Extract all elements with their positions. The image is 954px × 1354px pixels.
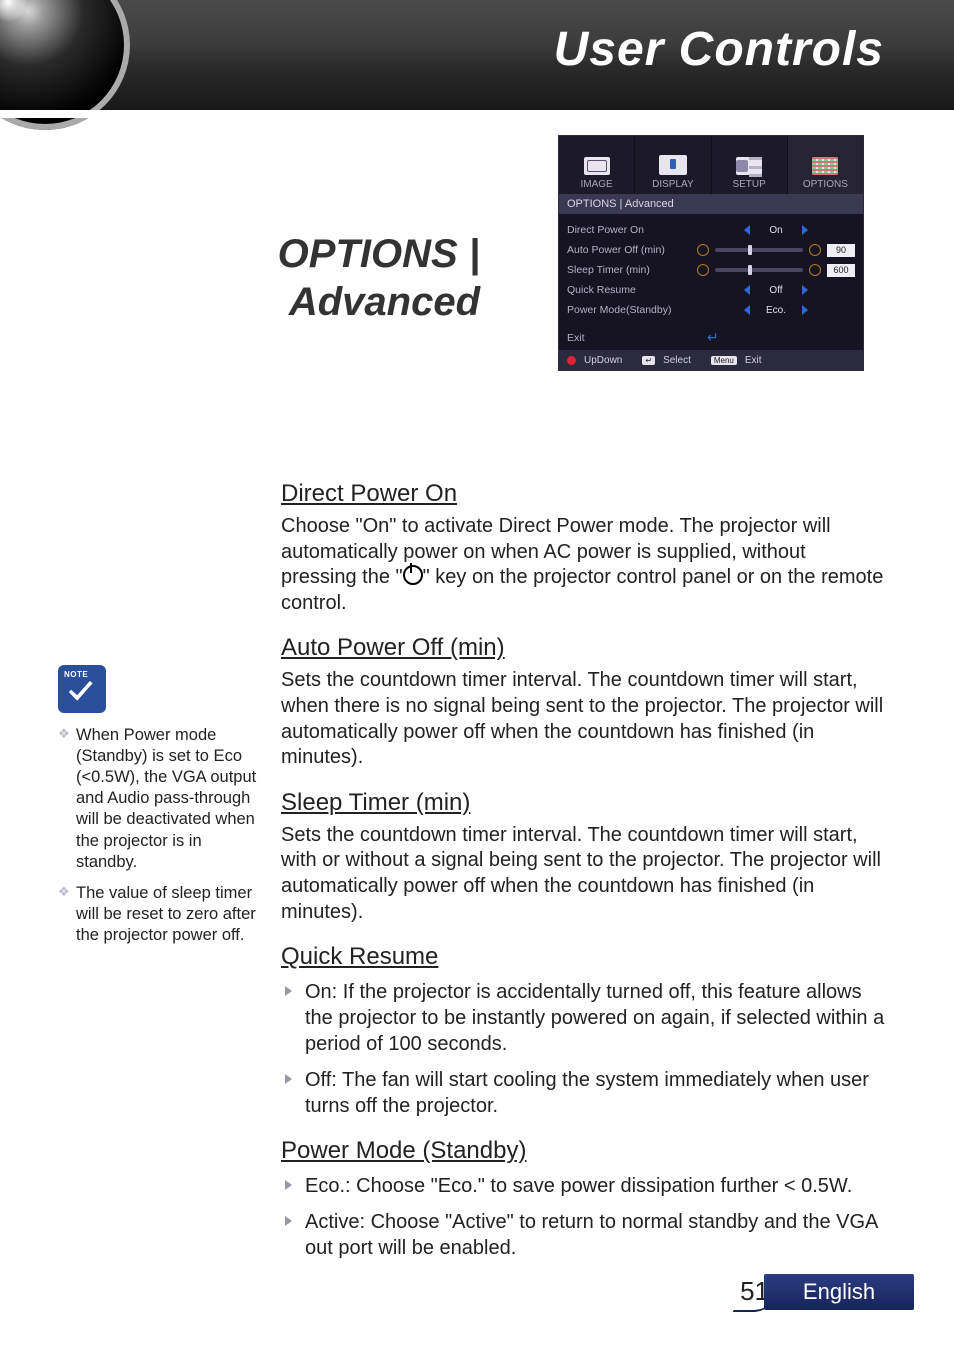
osd-tab-bar: IMAGE DISPLAY SETUP OPTIONS (559, 136, 863, 194)
page-footer: 51 English (0, 1274, 954, 1314)
setup-icon (736, 157, 762, 175)
heading-quick-resume: Quick Resume (275, 943, 885, 971)
note-item-1: When Power mode (Standby) is set to Eco … (58, 725, 258, 873)
row-quick-resume-value: Off (756, 285, 796, 296)
language-badge: English (764, 1274, 914, 1310)
options-icon (812, 157, 838, 175)
arrow-right-icon[interactable] (802, 305, 808, 315)
enter-keycap-icon: ↵ (642, 356, 655, 365)
tab-setup[interactable]: SETUP (712, 136, 788, 194)
row-direct-power-on[interactable]: Direct Power On On (567, 220, 855, 240)
tab-display[interactable]: DISPLAY (635, 136, 711, 194)
row-auto-power-off[interactable]: Auto Power Off (min) 90 (567, 240, 855, 260)
menu-keycap: Menu (711, 356, 737, 365)
side-notes: When Power mode (Standby) is set to Eco … (58, 665, 258, 956)
arrow-right-icon[interactable] (802, 225, 808, 235)
content-body: Direct Power On Choose "On" to activate … (275, 462, 885, 1271)
bullet-quick-resume-off: Off: The fan will start cooling the syst… (281, 1067, 885, 1119)
page-title: User Controls (554, 22, 884, 77)
osd-foot-select: Select (663, 355, 691, 366)
tab-options-label: OPTIONS (803, 179, 848, 190)
bullet-quick-resume-on: On: If the projector is accidentally tur… (281, 979, 885, 1057)
osd-footer: UpDown ↵ Select Menu Exit (559, 350, 863, 370)
arrow-left-icon[interactable] (744, 305, 750, 315)
row-sleep-timer[interactable]: Sleep Timer (min) 600 (567, 260, 855, 280)
osd-panel: IMAGE DISPLAY SETUP OPTIONS OPTIONS | Ad… (558, 135, 864, 371)
enter-icon: ↵ (707, 329, 719, 346)
row-quick-resume[interactable]: Quick Resume Off (567, 280, 855, 300)
osd-breadcrumb: OPTIONS | Advanced (559, 194, 863, 214)
tab-image[interactable]: IMAGE (559, 136, 635, 194)
image-icon (584, 157, 610, 175)
heading-power-mode: Power Mode (Standby) (275, 1137, 885, 1165)
red-dot-icon (567, 356, 576, 365)
section-title: OPTIONS | Advanced (80, 230, 480, 326)
para-sleep-timer: Sets the countdown timer interval. The c… (281, 823, 885, 925)
gear-icon (809, 264, 821, 276)
row-quick-resume-label: Quick Resume (567, 284, 697, 296)
bullet-power-mode-eco: Eco.: Choose "Eco." to save power dissip… (281, 1173, 885, 1199)
para-direct-power-on: Choose "On" to activate Direct Power mod… (281, 514, 885, 616)
list-power-mode: Eco.: Choose "Eco." to save power dissip… (281, 1173, 885, 1261)
row-direct-power-on-label: Direct Power On (567, 224, 697, 236)
heading-direct-power-on: Direct Power On (275, 480, 885, 508)
arrow-left-icon[interactable] (744, 285, 750, 295)
row-auto-power-off-value: 90 (827, 244, 855, 257)
bullet-power-mode-active: Active: Choose "Active" to return to nor… (281, 1209, 885, 1261)
osd-exit-label[interactable]: Exit (567, 332, 585, 344)
arrow-right-icon[interactable] (802, 285, 808, 295)
heading-auto-power-off: Auto Power Off (min) (275, 634, 885, 662)
tab-display-label: DISPLAY (652, 179, 694, 190)
note-item-2: The value of sleep timer will be reset t… (58, 883, 258, 946)
display-icon (659, 155, 687, 175)
osd-foot-updown: UpDown (584, 355, 622, 366)
para-auto-power-off: Sets the countdown timer interval. The c… (281, 668, 885, 770)
row-sleep-timer-label: Sleep Timer (min) (567, 264, 697, 276)
tab-image-label: IMAGE (581, 179, 613, 190)
gear-icon (809, 244, 821, 256)
row-power-mode-label: Power Mode(Standby) (567, 304, 697, 316)
row-power-mode-value: Eco. (756, 305, 796, 316)
arrow-left-icon[interactable] (744, 225, 750, 235)
row-auto-power-off-label: Auto Power Off (min) (567, 244, 697, 256)
row-power-mode[interactable]: Power Mode(Standby) Eco. (567, 300, 855, 320)
tab-setup-label: SETUP (732, 179, 765, 190)
note-icon (58, 665, 106, 713)
gear-icon (697, 244, 709, 256)
gear-icon (697, 264, 709, 276)
power-icon (403, 565, 423, 585)
row-sleep-timer-value: 600 (827, 264, 855, 277)
list-quick-resume: On: If the projector is accidentally tur… (281, 979, 885, 1119)
section-title-line1: OPTIONS | (80, 230, 480, 278)
heading-sleep-timer: Sleep Timer (min) (275, 789, 885, 817)
section-title-line2: Advanced (80, 278, 480, 326)
slider-auto-power-off[interactable] (715, 248, 803, 252)
osd-foot-exit: Exit (745, 355, 762, 366)
slider-sleep-timer[interactable] (715, 268, 803, 272)
row-direct-power-on-value: On (756, 225, 796, 236)
page-header: User Controls (0, 0, 954, 113)
tab-options[interactable]: OPTIONS (788, 136, 863, 194)
lens-graphic (0, 0, 130, 130)
